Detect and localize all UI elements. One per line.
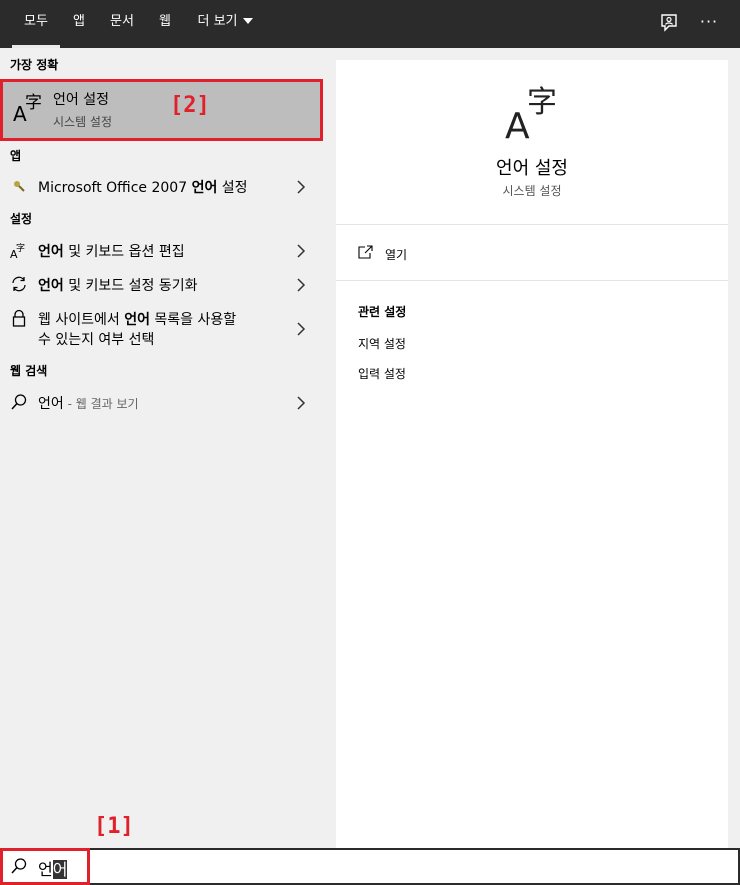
settings-result-suffix: 목록을 사용할 <box>149 312 237 328</box>
tab-more-label: 더 보기 <box>197 14 238 29</box>
preview-subtitle: 시스템 설정 <box>502 184 562 198</box>
tab-all[interactable]: 모두 <box>12 0 60 48</box>
app-result-suffix: 설정 <box>217 180 248 196</box>
best-match-title: 언어 설정 <box>53 92 109 108</box>
chevron-right-icon[interactable] <box>296 396 306 410</box>
window-edge <box>728 48 740 848</box>
settings-result-bold: 언어 <box>38 244 64 260</box>
section-best-match: 가장 정확 <box>10 58 59 72</box>
app-result-office-language[interactable]: Microsoft Office 2007 언어 설정 <box>0 174 323 198</box>
svg-text:字: 字 <box>25 93 42 113</box>
settings-result-label: 언어 및 키보드 설정 동기화 <box>38 275 198 295</box>
preview-pane: A 字 언어 설정 시스템 설정 열기 관련 설정 지역 설정 입력 설정 <box>336 60 728 848</box>
annotation-1: [1] <box>94 814 134 839</box>
section-web-search: 웹 검색 <box>10 364 48 378</box>
chevron-right-icon[interactable] <box>296 278 306 292</box>
top-nav-bar: 모두 앱 문서 웹 더 보기 ··· <box>0 0 740 48</box>
divider <box>336 280 728 281</box>
chevron-right-icon[interactable] <box>296 180 306 194</box>
tab-apps[interactable]: 앱 <box>66 0 92 48</box>
open-action[interactable]: 열기 <box>358 244 478 264</box>
related-link-input[interactable]: 입력 설정 <box>358 365 406 382</box>
feedback-icon[interactable] <box>658 12 680 34</box>
related-link-region[interactable]: 지역 설정 <box>358 335 406 352</box>
chevron-right-icon[interactable] <box>296 322 306 336</box>
app-result-bold: 언어 <box>191 180 218 196</box>
settings-result-edit-language-keyboard[interactable]: A 字 언어 및 키보드 옵션 편집 <box>0 238 323 264</box>
office-tool-icon <box>14 181 25 192</box>
app-result-label: Microsoft Office 2007 언어 설정 <box>38 177 248 197</box>
divider <box>336 224 728 225</box>
open-label: 열기 <box>385 248 408 262</box>
settings-result-sync-language-keyboard[interactable]: 언어 및 키보드 설정 동기화 <box>0 272 323 298</box>
settings-result-label-line2: 수 있는지 여부 선택 <box>38 332 155 348</box>
web-search-result[interactable]: 언어 - 웹 결과 보기 <box>0 390 323 414</box>
settings-result-rest: 및 키보드 옵션 편집 <box>63 244 185 260</box>
search-icon <box>11 394 27 410</box>
language-icon: A 字 <box>505 85 557 142</box>
section-apps: 앱 <box>10 149 22 163</box>
sync-icon <box>12 276 26 292</box>
settings-result-bold: 언어 <box>124 312 150 328</box>
svg-text:字: 字 <box>527 85 557 120</box>
settings-result-label: 언어 및 키보드 옵션 편집 <box>38 241 185 261</box>
annotation-2: [2] <box>170 93 210 118</box>
web-result-query: 언어 <box>38 396 64 412</box>
related-settings-heading: 관련 설정 <box>358 305 407 319</box>
chevron-right-icon[interactable] <box>296 244 306 258</box>
web-result-label: 언어 - 웹 결과 보기 <box>38 393 139 413</box>
language-icon: A 字 <box>10 242 25 260</box>
best-match-subtitle: 시스템 설정 <box>53 115 113 129</box>
best-match-result[interactable]: A 字 언어 설정 시스템 설정 <box>0 79 323 141</box>
language-icon: A 字 <box>13 93 42 125</box>
settings-result-rest: 및 키보드 설정 동기화 <box>63 278 198 294</box>
settings-result-website-language-list[interactable]: 웹 사이트에서 언어 목록을 사용할 수 있는지 여부 선택 <box>0 306 323 352</box>
svg-text:字: 字 <box>16 242 25 254</box>
tab-documents[interactable]: 문서 <box>102 0 142 48</box>
section-settings: 설정 <box>10 212 33 226</box>
settings-result-bold: 언어 <box>38 278 64 294</box>
search-highlight-box <box>0 848 90 885</box>
chevron-down-icon <box>242 18 253 24</box>
search-box[interactable] <box>0 848 740 885</box>
settings-result-label-line1: 웹 사이트에서 언어 목록을 사용할 <box>38 309 236 329</box>
results-pane: 가장 정확 A 字 언어 설정 시스템 설정 [2] 앱 Microsoft O… <box>0 48 325 848</box>
open-external-icon <box>358 245 373 259</box>
preview-title: 언어 설정 <box>496 158 568 179</box>
lock-icon <box>12 309 26 327</box>
tab-more[interactable]: 더 보기 <box>190 0 260 48</box>
tab-web[interactable]: 웹 <box>150 0 180 48</box>
more-options-icon[interactable]: ··· <box>696 0 722 48</box>
app-result-prefix: Microsoft Office 2007 <box>38 180 192 196</box>
web-result-suffix: - 웹 결과 보기 <box>63 397 139 411</box>
settings-result-prefix: 웹 사이트에서 <box>38 312 125 328</box>
